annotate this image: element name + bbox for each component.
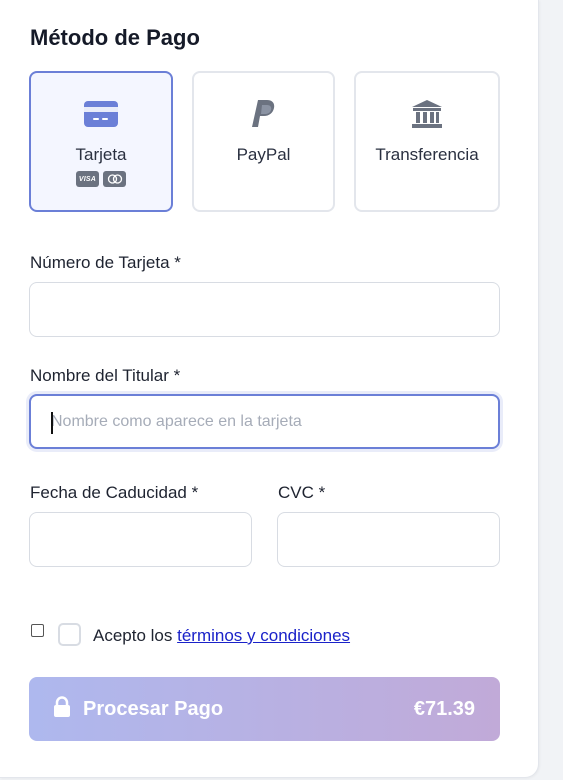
method-card-label: Tarjeta — [75, 145, 127, 164]
expiry-input[interactable] — [29, 512, 252, 567]
card-number-label: Número de Tarjeta * — [30, 253, 181, 272]
method-transfer-label: Transferencia — [375, 145, 479, 164]
process-payment-label: Procesar Pago — [83, 697, 224, 720]
paypal-icon — [251, 99, 277, 129]
cvc-label: CVC * — [278, 483, 326, 502]
text-caret — [51, 412, 53, 434]
payment-panel: Método de Pago Tarjeta VISA PayPal Trans… — [0, 0, 539, 778]
holder-name-input[interactable] — [29, 394, 500, 449]
method-paypal-label: PayPal — [236, 145, 291, 164]
method-paypal-option[interactable]: PayPal — [192, 71, 335, 212]
bank-icon — [411, 99, 443, 129]
payment-method-title: Método de Pago — [30, 25, 200, 50]
method-card-option[interactable]: Tarjeta VISA — [29, 71, 173, 212]
terms-prefix: Acepto los — [93, 626, 178, 645]
credit-card-icon — [84, 99, 118, 129]
terms-text: Acepto los términos y condiciones — [93, 626, 350, 646]
mastercard-icon — [103, 171, 126, 187]
terms-native-checkbox[interactable] — [31, 624, 44, 637]
visa-icon: VISA — [76, 171, 99, 187]
terms-checkbox[interactable] — [58, 623, 81, 646]
card-number-input[interactable] — [29, 282, 500, 337]
cvc-input[interactable] — [277, 512, 500, 567]
holder-name-label: Nombre del Titular * — [30, 366, 181, 385]
payment-amount: €71.39 — [413, 697, 475, 720]
lock-icon — [53, 695, 71, 723]
method-transfer-option[interactable]: Transferencia — [354, 71, 500, 212]
card-brands: VISA — [76, 171, 126, 187]
terms-link[interactable]: términos y condiciones — [177, 626, 350, 645]
process-payment-button[interactable]: Procesar Pago €71.39 — [29, 677, 500, 741]
expiry-label: Fecha de Caducidad * — [30, 483, 199, 502]
